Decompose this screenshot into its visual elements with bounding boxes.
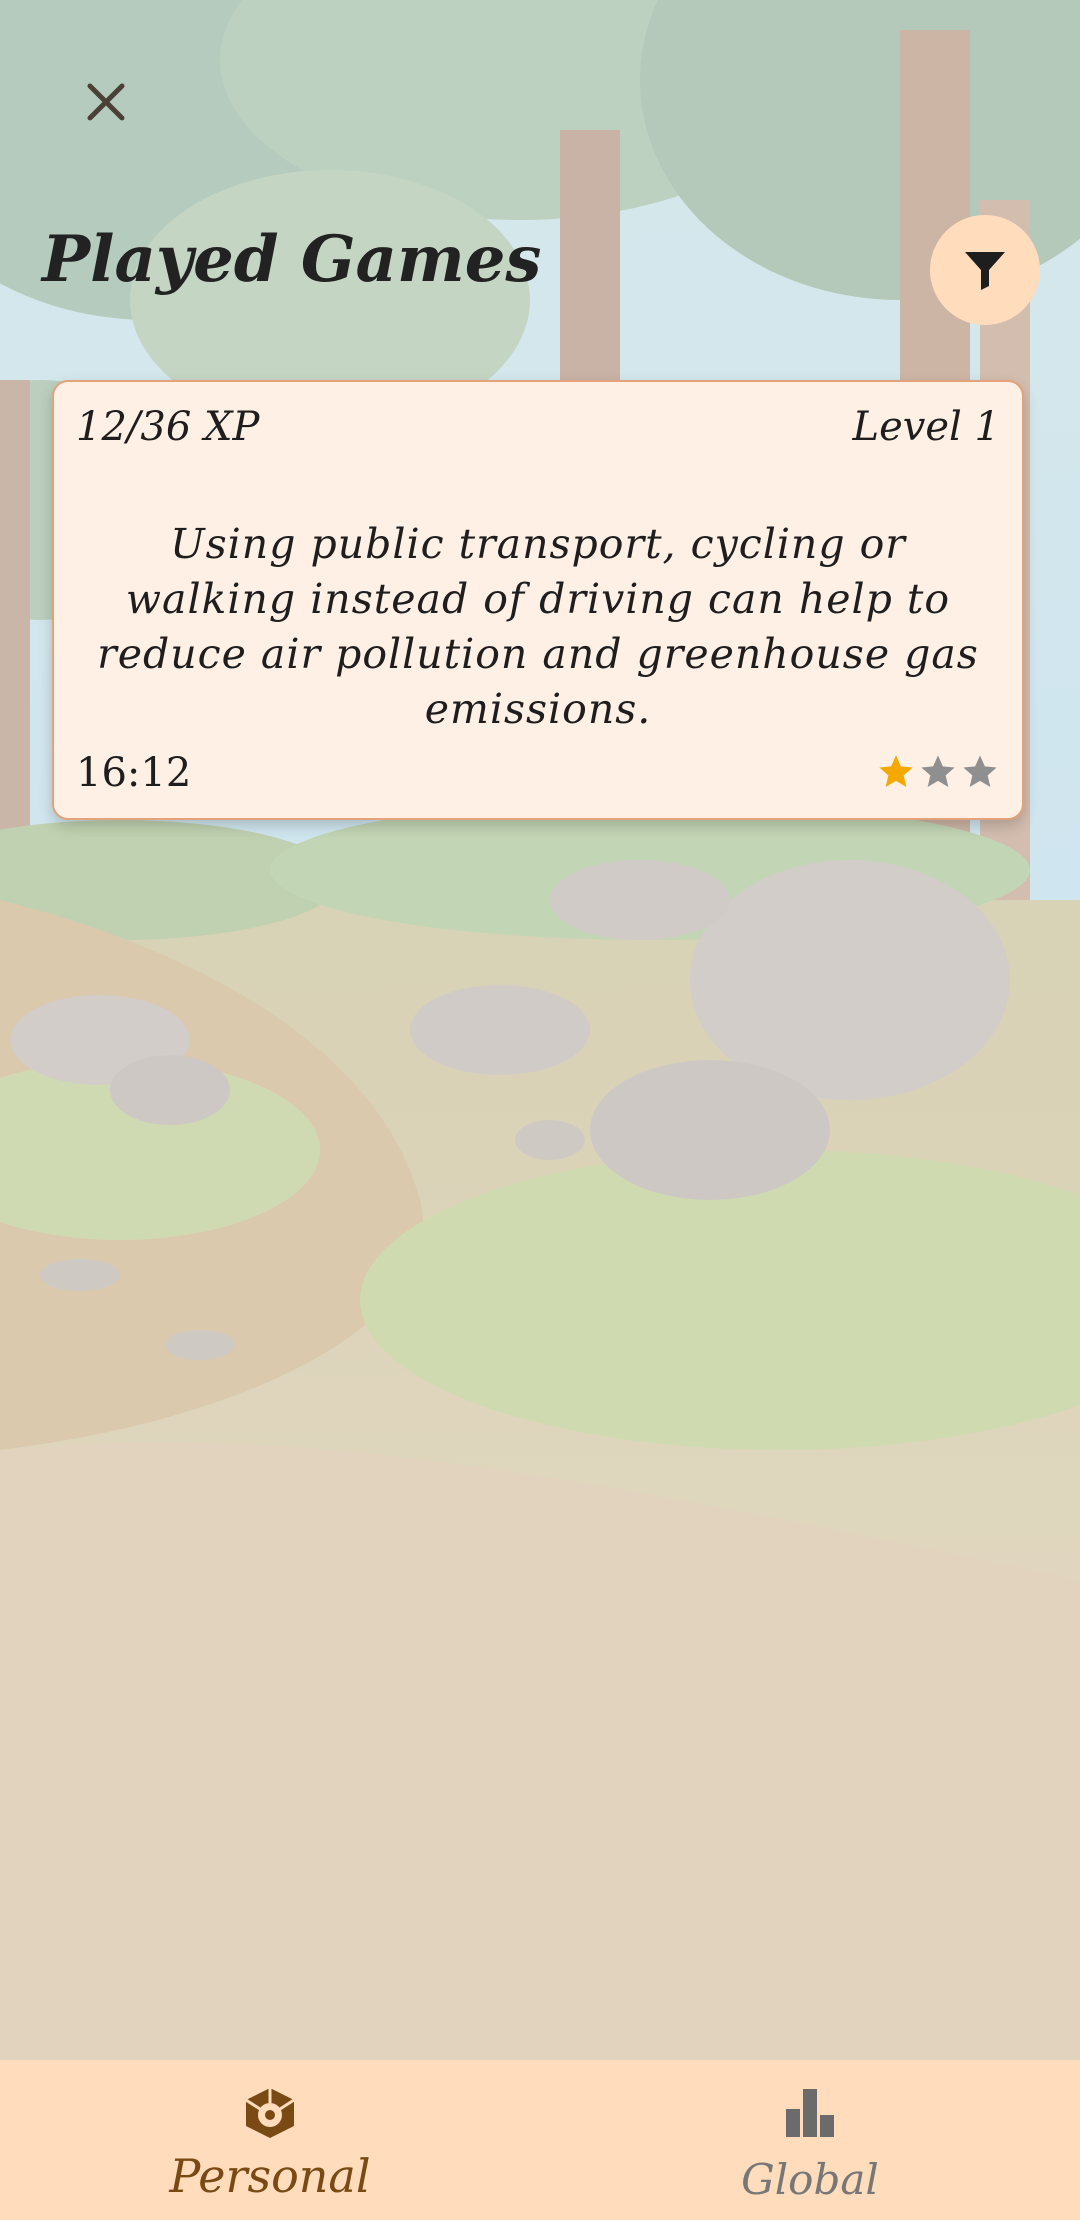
close-button[interactable] (70, 66, 142, 138)
forest-background (0, 0, 1080, 2060)
eco-fact-text: Using public transport, cycling or walki… (97, 520, 979, 733)
star-empty-icon (921, 755, 955, 787)
level-label: Level 1 (852, 404, 1000, 450)
bar-chart-icon (786, 2089, 834, 2137)
game-time: 16:12 (76, 750, 192, 796)
star-filled-icon (879, 755, 913, 787)
star-empty-icon (963, 755, 997, 787)
filter-icon (965, 252, 1005, 290)
star-rating (876, 752, 1000, 792)
nav-personal[interactable]: Personal (0, 2060, 540, 2220)
bottom-navigation: Personal Global (0, 2060, 1080, 2220)
nav-global-label: Global (741, 2155, 879, 2204)
played-game-card[interactable]: 12/36 XP Level 1 Using public transport,… (52, 380, 1024, 820)
page-title: Played Games (42, 222, 542, 297)
personal-box-icon (245, 2088, 295, 2138)
close-icon (87, 83, 125, 121)
filter-button[interactable] (930, 215, 1040, 325)
xp-progress: 12/36 XP (76, 404, 260, 450)
nav-personal-label: Personal (169, 2149, 371, 2203)
nav-global[interactable]: Global (540, 2060, 1080, 2220)
